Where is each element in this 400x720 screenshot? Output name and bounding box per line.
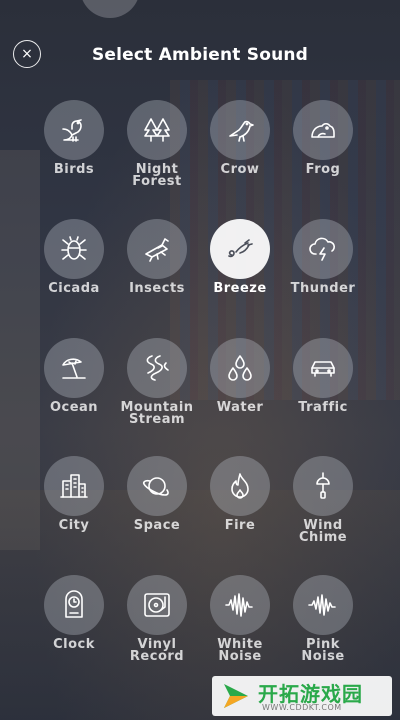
- sound-label: Cicada: [48, 281, 100, 296]
- crow-icon: [229, 120, 254, 142]
- sound-circle[interactable]: [210, 338, 270, 398]
- sound-circle[interactable]: [44, 219, 104, 279]
- flame-icon: [231, 473, 249, 499]
- sound-circle[interactable]: [127, 575, 187, 635]
- sound-item-city[interactable]: City: [29, 456, 119, 532]
- sound-label: Space: [133, 518, 181, 533]
- thunder-icon: [309, 237, 335, 261]
- sound-circle[interactable]: [44, 456, 104, 516]
- sound-circle[interactable]: [127, 100, 187, 160]
- sound-circle[interactable]: [210, 219, 270, 279]
- sound-item-water[interactable]: Water: [195, 338, 285, 414]
- sound-item-ocean[interactable]: Ocean: [29, 338, 119, 414]
- sound-circle[interactable]: [293, 100, 353, 160]
- buildings-icon: [60, 474, 88, 498]
- sound-item-cicada[interactable]: Cicada: [29, 219, 119, 295]
- sound-label: White Noise: [217, 637, 263, 664]
- sound-label: Night Forest: [132, 162, 182, 189]
- sound-label: Water: [216, 400, 264, 415]
- sound-item-fire[interactable]: Fire: [195, 456, 285, 532]
- car-icon: [311, 361, 335, 377]
- sound-label: Breeze: [213, 281, 267, 296]
- sound-label: Birds: [53, 162, 95, 177]
- sound-item-wind-chime[interactable]: Wind Chime: [278, 456, 368, 544]
- sound-label: Pink Noise: [301, 637, 345, 664]
- sound-label: Frog: [305, 162, 341, 177]
- sound-label: Ocean: [49, 400, 99, 415]
- sound-label: Traffic: [298, 400, 348, 415]
- sound-label: Crow: [220, 162, 260, 177]
- sound-circle[interactable]: [44, 575, 104, 635]
- sound-circle[interactable]: [293, 456, 353, 516]
- sound-item-vinyl-record[interactable]: Vinyl Record: [112, 575, 202, 663]
- sound-circle[interactable]: [293, 219, 353, 279]
- sound-item-traffic[interactable]: Traffic: [278, 338, 368, 414]
- sound-item-breeze[interactable]: Breeze: [195, 219, 285, 295]
- sound-label: Thunder: [290, 281, 356, 296]
- sound-grid: Birds Night Forest Crow Frog Cicada Inse…: [0, 0, 400, 720]
- watermark: 开拓游戏园 WWW.CDDKT.COM: [212, 676, 392, 716]
- sound-item-night-forest[interactable]: Night Forest: [112, 100, 202, 188]
- watermark-logo: [224, 684, 248, 708]
- sound-circle[interactable]: [210, 100, 270, 160]
- insect-icon: [145, 238, 169, 262]
- beach-umbrella-icon: [62, 358, 86, 379]
- sound-circle[interactable]: [210, 456, 270, 516]
- waveform-icon: [308, 594, 336, 616]
- stream-icon: [146, 355, 169, 381]
- breeze-icon: [228, 239, 253, 258]
- sound-item-crow[interactable]: Crow: [195, 100, 285, 176]
- sound-circle[interactable]: [293, 338, 353, 398]
- sound-item-pink-noise[interactable]: Pink Noise: [278, 575, 368, 663]
- sound-item-frog[interactable]: Frog: [278, 100, 368, 176]
- sound-item-space[interactable]: Space: [112, 456, 202, 532]
- sound-label: Mountain Stream: [120, 400, 194, 427]
- forest-icon: [144, 118, 170, 142]
- sound-label: Insects: [129, 281, 185, 296]
- turntable-icon: [144, 593, 170, 617]
- sound-circle[interactable]: [293, 575, 353, 635]
- frog-icon: [311, 122, 335, 138]
- clock-icon: [65, 590, 83, 618]
- sound-item-white-noise[interactable]: White Noise: [195, 575, 285, 663]
- sound-circle[interactable]: [44, 338, 104, 398]
- sound-label: City: [58, 518, 90, 533]
- sound-item-mountain-stream[interactable]: Mountain Stream: [112, 338, 202, 426]
- sound-label: Wind Chime: [298, 518, 348, 545]
- sound-item-insects[interactable]: Insects: [112, 219, 202, 295]
- sound-item-thunder[interactable]: Thunder: [278, 219, 368, 295]
- watermark-url: WWW.CDDKT.COM: [262, 703, 342, 712]
- planet-icon: [142, 477, 169, 496]
- sound-label: Fire: [224, 518, 256, 533]
- wind-chime-icon: [316, 472, 330, 499]
- cicada-icon: [61, 236, 87, 260]
- water-drops-icon: [228, 355, 252, 381]
- sound-circle[interactable]: [127, 219, 187, 279]
- sound-item-birds[interactable]: Birds: [29, 100, 119, 176]
- waveform-icon: [225, 593, 253, 617]
- sound-item-clock[interactable]: Clock: [29, 575, 119, 651]
- sound-label: Vinyl Record: [129, 637, 185, 664]
- sound-circle[interactable]: [127, 456, 187, 516]
- sound-circle[interactable]: [44, 100, 104, 160]
- sound-label: Clock: [53, 637, 95, 652]
- sound-circle[interactable]: [127, 338, 187, 398]
- sound-circle[interactable]: [210, 575, 270, 635]
- bird-icon: [62, 119, 82, 142]
